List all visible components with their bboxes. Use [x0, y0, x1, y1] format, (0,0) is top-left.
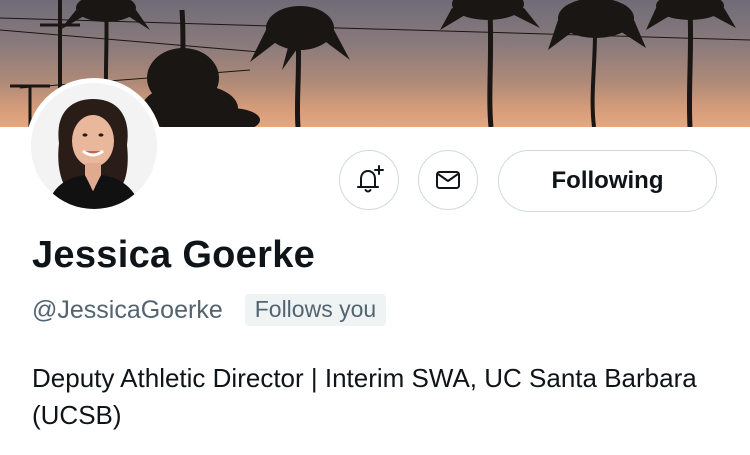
- following-button-label: Following: [551, 167, 664, 194]
- envelope-icon: [436, 171, 460, 189]
- handle-row: @JessicaGoerke Follows you: [32, 294, 387, 326]
- follows-you-badge: Follows you: [244, 294, 387, 326]
- profile-bio: Deputy Athletic Director | Interim SWA, …: [32, 363, 697, 430]
- following-button[interactable]: Following: [498, 150, 717, 212]
- notifications-button[interactable]: [339, 150, 399, 210]
- profile-avatar[interactable]: [26, 78, 162, 214]
- message-button[interactable]: [418, 150, 478, 210]
- bell-plus-icon: [357, 165, 384, 193]
- profile-handle: @JessicaGoerke: [32, 295, 223, 324]
- avatar-photo: [31, 83, 157, 209]
- profile-name: Jessica Goerke: [32, 234, 316, 276]
